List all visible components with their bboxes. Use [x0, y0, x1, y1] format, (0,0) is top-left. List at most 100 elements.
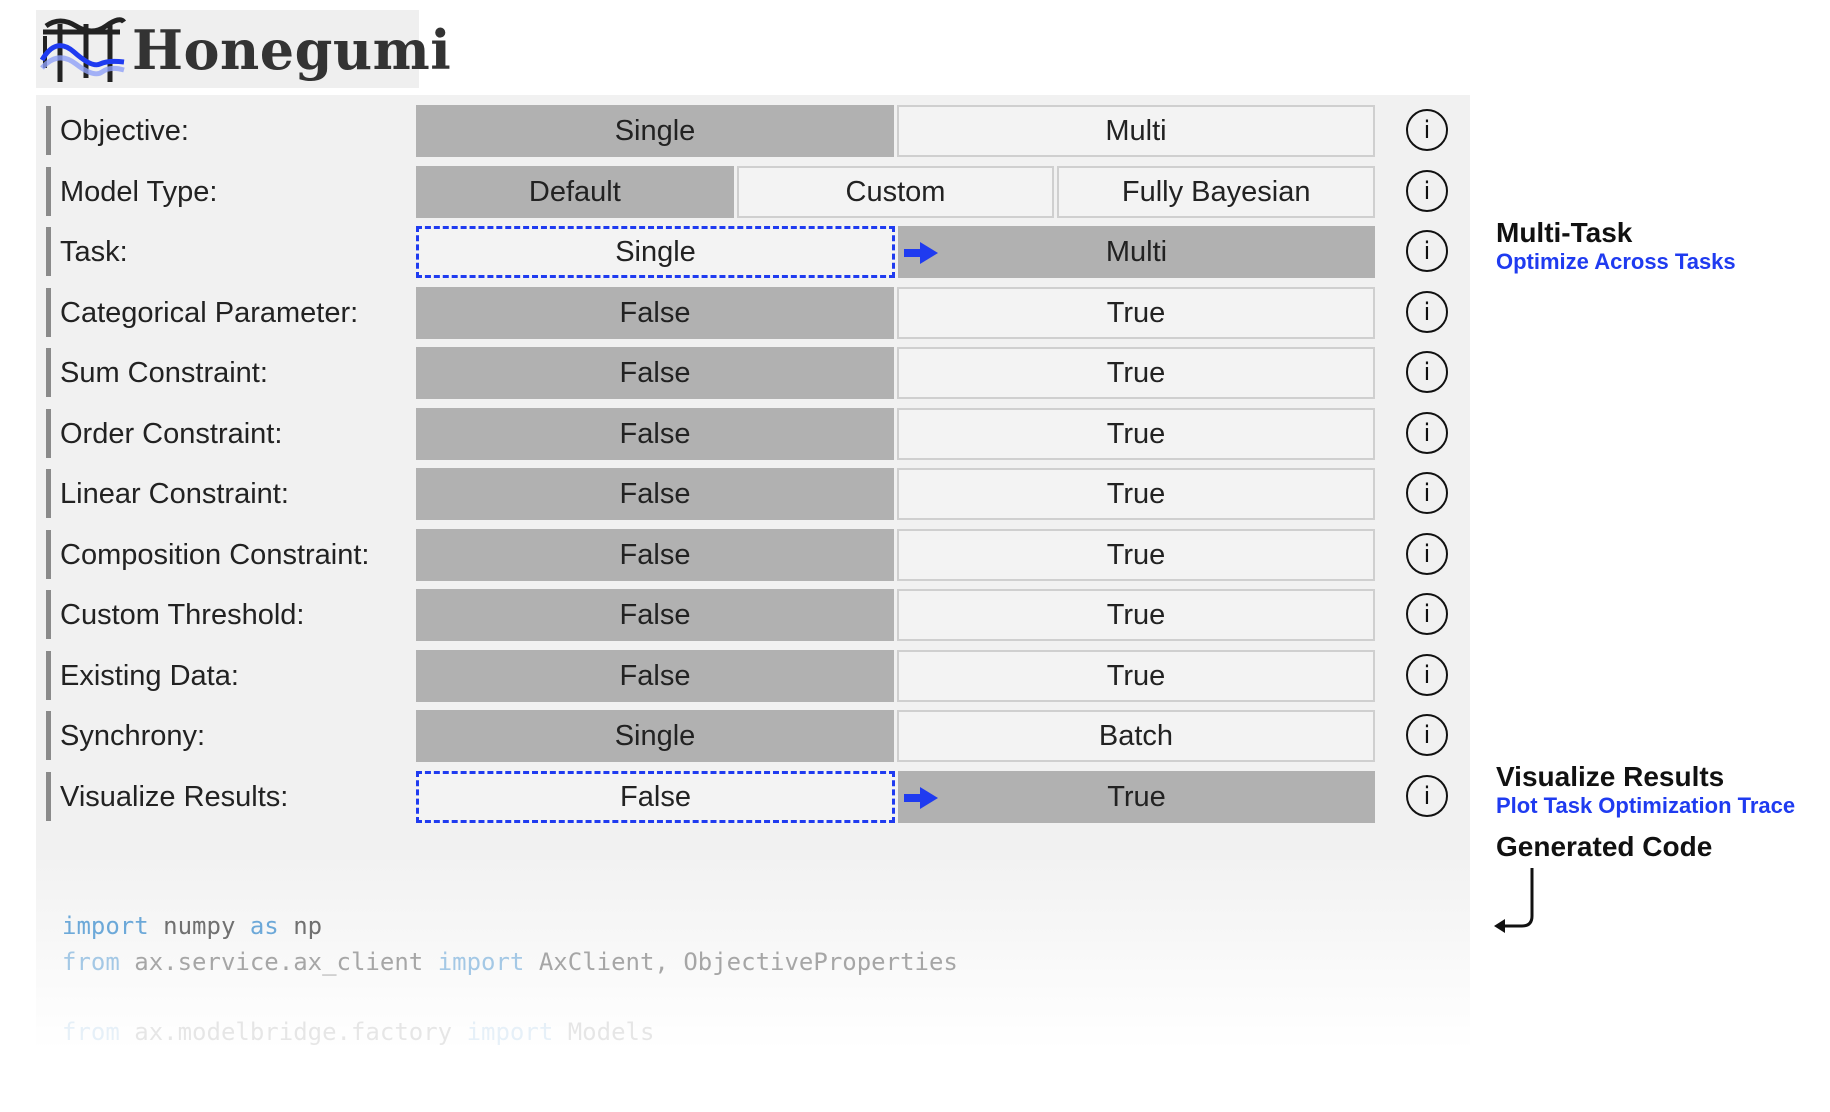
option-toggle-group: Single Batch [416, 710, 1375, 762]
option-label: Sum Constraint: [60, 357, 268, 389]
code-keyword: import [437, 948, 525, 976]
option-toggle-group: False True [416, 407, 1375, 460]
info-icon[interactable]: i [1406, 653, 1448, 696]
option-button-label: False [619, 659, 691, 692]
option-button-label: Batch [1098, 720, 1174, 752]
row-marker [46, 287, 51, 337]
visualize-note-subtitle: Plot Task Optimization Trace [1496, 793, 1796, 818]
option-button[interactable]: True [897, 528, 1375, 581]
option-toggle-group: False True [416, 770, 1375, 823]
option-label: Objective: [60, 115, 189, 147]
code-keyword: from [62, 1018, 120, 1046]
option-button-label: True [1106, 357, 1166, 389]
option-label: Order Constraint: [60, 417, 283, 450]
option-button-label: Default [528, 175, 621, 208]
multi-task-note-title: Multi-Task [1496, 217, 1633, 248]
option-row: Objective: Single Multi i [46, 105, 1466, 157]
option-button-label: False [619, 417, 691, 450]
option-toggle-group: Default Custom Fully Bayesian [416, 165, 1376, 218]
option-button[interactable]: Multi [898, 226, 1375, 278]
option-button[interactable]: Default [416, 165, 734, 218]
option-button[interactable]: Multi [897, 105, 1375, 157]
code-line-1: import numpy as np [62, 912, 322, 940]
option-button[interactable]: False [416, 589, 894, 641]
option-button[interactable]: False [416, 528, 894, 581]
info-icon[interactable]: i [1406, 411, 1448, 454]
option-label: Visualize Results: [60, 780, 289, 813]
multi-task-note-subtitle: Optimize Across Tasks [1496, 249, 1736, 274]
option-row: Custom Threshold: False True i [46, 589, 1466, 641]
info-icon[interactable]: i [1406, 774, 1448, 817]
info-icon[interactable]: i [1406, 230, 1448, 272]
option-button[interactable]: False [416, 649, 894, 702]
option-button[interactable]: True [897, 347, 1375, 399]
option-row: Visualize Results: False True i [46, 770, 1466, 823]
option-button-label: Fully Bayesian [1121, 175, 1311, 208]
row-marker [46, 408, 51, 458]
option-row: Composition Constraint: False True i [46, 528, 1466, 581]
option-button[interactable]: False [416, 407, 894, 460]
option-button[interactable]: False [416, 347, 894, 399]
option-button[interactable]: True [897, 649, 1375, 702]
option-button-label: True [1106, 296, 1166, 329]
info-icon[interactable]: i [1406, 169, 1448, 212]
option-button-label: False [619, 538, 691, 571]
row-marker [46, 771, 51, 821]
option-label: Categorical Parameter: [60, 296, 359, 329]
option-button[interactable]: True [897, 589, 1375, 641]
info-icon[interactable]: i [1406, 593, 1448, 635]
option-button-label: Multi [1105, 236, 1168, 268]
visualize-note: Visualize Results Plot Task Optimization… [1496, 761, 1795, 819]
info-icon[interactable]: i [1406, 714, 1448, 756]
row-marker [46, 650, 51, 700]
option-button-label: True [1106, 478, 1166, 510]
code-line-3: from ax.modelbridge.factory import Model… [62, 1018, 654, 1046]
option-button-label: Multi [1105, 115, 1167, 147]
option-row: Existing Data: False True i [46, 649, 1466, 702]
generated-code-note-title: Generated Code [1496, 831, 1713, 862]
option-button-label: False [619, 296, 691, 329]
code-text: ax.modelbridge.factory [119, 1018, 467, 1046]
option-row: Sum Constraint: False True i [46, 347, 1466, 399]
info-icon[interactable]: i [1406, 109, 1448, 151]
generated-code-note: Generated Code [1496, 831, 1712, 863]
option-button[interactable]: True [897, 468, 1375, 520]
option-label: Composition Constraint: [60, 538, 370, 571]
info-icon[interactable]: i [1406, 290, 1448, 333]
option-button[interactable]: Single [416, 105, 894, 157]
option-toggle-group: Single Multi [416, 226, 1375, 278]
info-icon[interactable]: i [1406, 351, 1448, 393]
option-button[interactable]: Single [416, 226, 895, 278]
option-button-label: True [1106, 599, 1166, 631]
option-button[interactable]: Single [416, 710, 894, 762]
generated-code-block[interactable]: import numpy as np from ax.service.ax_cl… [36, 860, 1470, 1050]
code-text: Models [553, 1018, 655, 1046]
option-button[interactable]: Fully Bayesian [1057, 165, 1376, 218]
row-marker [46, 469, 51, 518]
row-marker [46, 348, 51, 397]
option-button[interactable]: False [416, 468, 894, 520]
option-button[interactable]: False [416, 770, 895, 823]
info-icon[interactable]: i [1406, 472, 1448, 514]
option-button[interactable]: True [898, 770, 1375, 823]
option-button[interactable]: Batch [897, 710, 1375, 762]
return-arrow-icon [1494, 868, 1534, 933]
row-marker [46, 166, 51, 216]
row-marker [46, 106, 51, 155]
option-button[interactable]: Custom [736, 165, 1055, 218]
option-toggle-group: False True [416, 589, 1375, 641]
option-button[interactable]: True [897, 286, 1375, 339]
option-button-label: Single [614, 720, 696, 752]
info-icon[interactable]: i [1406, 532, 1448, 575]
logo-icon [40, 17, 126, 82]
visualize-note-title: Visualize Results [1496, 761, 1725, 792]
option-label: Custom Threshold: [60, 599, 305, 631]
option-button-label: False [619, 478, 691, 510]
arrow-right-icon [904, 242, 938, 264]
option-row: Model Type: Default Custom Fully Bayesian i [46, 165, 1466, 218]
option-button[interactable]: True [897, 407, 1375, 460]
option-button-label: True [1106, 659, 1166, 692]
code-keyword: import [62, 912, 149, 940]
option-button[interactable]: False [416, 286, 894, 339]
option-button-label: Single [614, 115, 696, 147]
